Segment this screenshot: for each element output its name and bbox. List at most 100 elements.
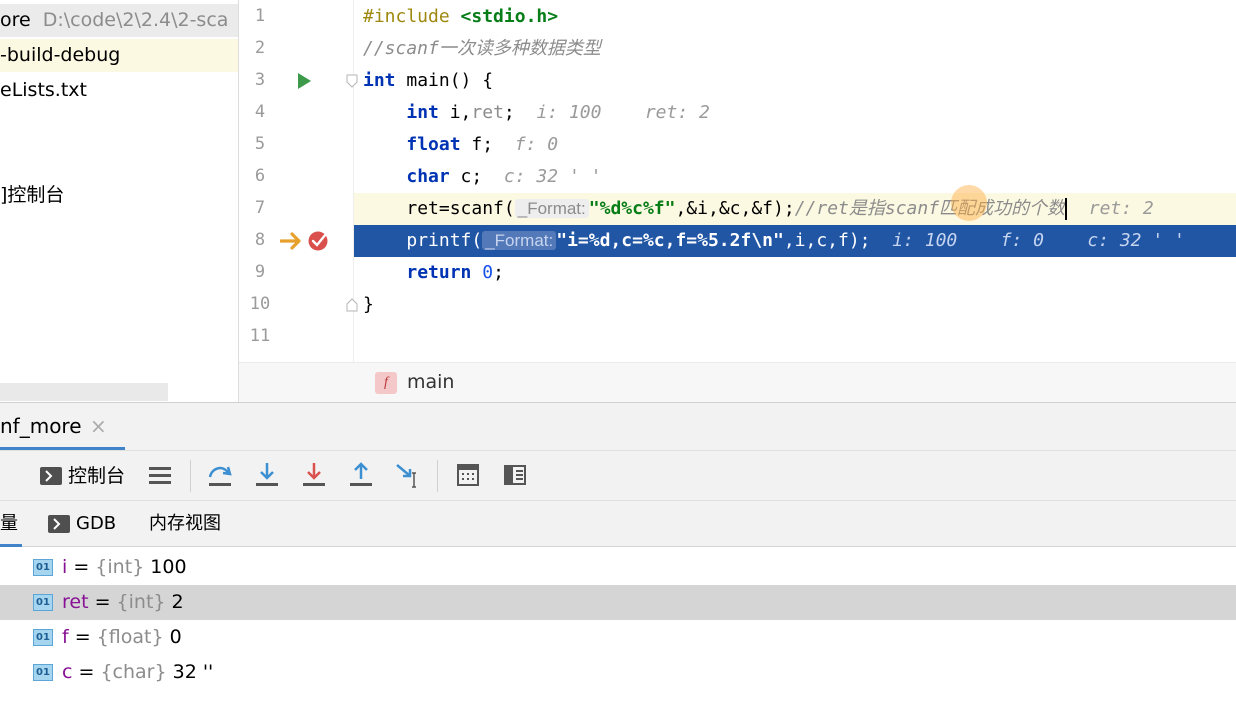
code-text: ,&i,&c,&f); [675,198,795,219]
run-to-cursor-icon[interactable] [394,461,422,489]
line-number: 8 [254,230,266,250]
code-line-1: #include <stdio.h> [354,1,1236,33]
inline-value: f: 0 [514,134,559,155]
tree-item-console[interactable]: ]控制台 [0,179,64,212]
toolbar-separator [437,460,438,492]
variable-row-selected[interactable]: 01 ret = {int} 2 [0,585,1236,620]
code-text: printf( [406,230,483,251]
function-icon: f [375,372,397,394]
inline-value: ret: 2 [1088,198,1154,219]
breadcrumb: f main [239,362,1236,402]
tree-item-label: ]控制台 [0,184,65,206]
step-over-icon[interactable] [206,461,234,489]
project-root-label: ore [0,9,31,31]
string-literal: "i=%d,c=%c,f=%5.2f\n" [556,230,784,251]
variables-list: 01 i = {int} 100 01 ret = {int} 2 01 f =… [0,548,1236,704]
breakpoint-icon[interactable] [307,229,331,253]
inline-value: c: 32 ' ' [1087,230,1185,251]
code-line-9: return 0; [354,257,1236,289]
evaluate-icon[interactable] [455,461,483,489]
primitive-variable-icon: 01 [33,559,53,576]
line-number: 7 [254,198,266,218]
variable-row[interactable]: 01 c = {char} 32 '' [0,655,1236,690]
tab-memory-label: 内存视图 [149,513,221,534]
tab-memory-view[interactable]: 内存视图 [149,501,221,547]
tree-item-label: eLists.txt [0,79,87,101]
variable-value: 0 [163,626,182,648]
memory-layout-icon[interactable] [502,461,530,489]
line-number: 5 [254,134,266,154]
variable-name: f [62,626,69,648]
line-number: 1 [254,6,266,26]
line-number: 11 [249,326,271,346]
code-line-3: int main() { [354,65,1236,97]
code-line-4: int i,ret; i: 100 ret: 2 [354,97,1236,129]
line-number: 6 [254,166,266,186]
project-tree: ore D:\code\2\2.4\2-sca -build-debug eLis… [0,0,238,402]
tab-variables-label: 量 [0,513,18,534]
console-icon [48,515,70,533]
code-line-8-execution: printf(_Format: "i=%d,c=%c,f=%5.2f\n",i,c… [354,225,1236,257]
console-icon [40,467,62,485]
code-line-7: ret=scanf(_Format: "%d%c%f",&i,&c,&f);//r… [354,193,1236,225]
keyword: int [406,102,439,123]
debug-session-tab[interactable]: nf_more [0,403,82,449]
tab-variables[interactable]: 量 [0,501,22,547]
keyword: int [363,70,396,91]
toolbar-separator [190,460,191,492]
parameter-hint: _Format: [482,231,557,250]
code-text: ret=scanf( [406,198,515,219]
run-icon[interactable] [296,72,312,90]
include-header: <stdio.h> [460,6,559,27]
variable-type: {char} [100,661,167,683]
step-out-icon[interactable] [347,461,375,489]
tab-gdb-label: GDB [76,513,117,534]
line-number: 2 [254,38,266,58]
parameter-hint: _Format: [514,199,589,218]
primitive-variable-icon: 01 [33,594,53,611]
inline-value: ret: 2 [644,102,710,123]
tree-item-cmakelists[interactable]: eLists.txt [0,74,87,107]
debug-tool-window-tabs: nf_more × [0,402,1236,451]
keyword: return [406,262,472,283]
mouse-cursor-highlight [951,185,987,221]
code-comment: //scanf一次读多种数据类型 [363,38,601,59]
variable-row[interactable]: 01 i = {int} 100 [0,550,1236,585]
code-text: f; [460,134,494,155]
number-literal: 0 [482,262,494,283]
inline-value: i: 100 [536,102,602,123]
code-text: } [363,294,374,315]
code-text: ; [503,102,515,123]
force-step-into-icon[interactable] [300,461,328,489]
variable-name: ret [62,591,89,613]
console-tab-label: 控制台 [68,465,126,487]
primitive-variable-icon: 01 [33,629,53,646]
variable-value: 32 '' [166,661,214,683]
variable-equals: = [72,661,101,683]
code-text: ,i,c,f); [783,230,871,251]
inline-value: f: 0 [1000,230,1044,251]
variable-type: {int} [116,591,166,613]
line-number: 3 [254,70,266,90]
inline-value: i: 100 [892,230,958,251]
debug-session-label: nf_more [0,414,82,438]
code-text: i, [438,102,472,123]
tree-item-build-debug[interactable]: -build-debug [0,39,238,72]
code-line-10: } [354,289,1236,321]
line-number: 10 [249,294,271,314]
debug-toolbar: 控制台 [0,450,1236,500]
project-root-row[interactable]: ore D:\code\2\2.4\2-sca [0,4,238,37]
code-text: c; [449,166,483,187]
code-line-2: //scanf一次读多种数据类型 [354,33,1236,65]
menu-icon[interactable] [147,461,175,489]
code-editor[interactable]: #include <stdio.h> //scanf一次读多种数据类型 int … [354,0,1236,362]
variable-value: 100 [144,556,187,578]
close-icon[interactable]: × [90,403,107,449]
variable-row[interactable]: 01 f = {float} 0 [0,620,1236,655]
step-into-icon[interactable] [253,461,281,489]
debugger-subtabs: 量 GDB 内存视图 [0,500,1236,547]
active-tab-indicator [0,544,22,547]
breadcrumb-item[interactable]: main [407,371,454,393]
project-horizontal-scrollbar[interactable] [0,383,168,401]
